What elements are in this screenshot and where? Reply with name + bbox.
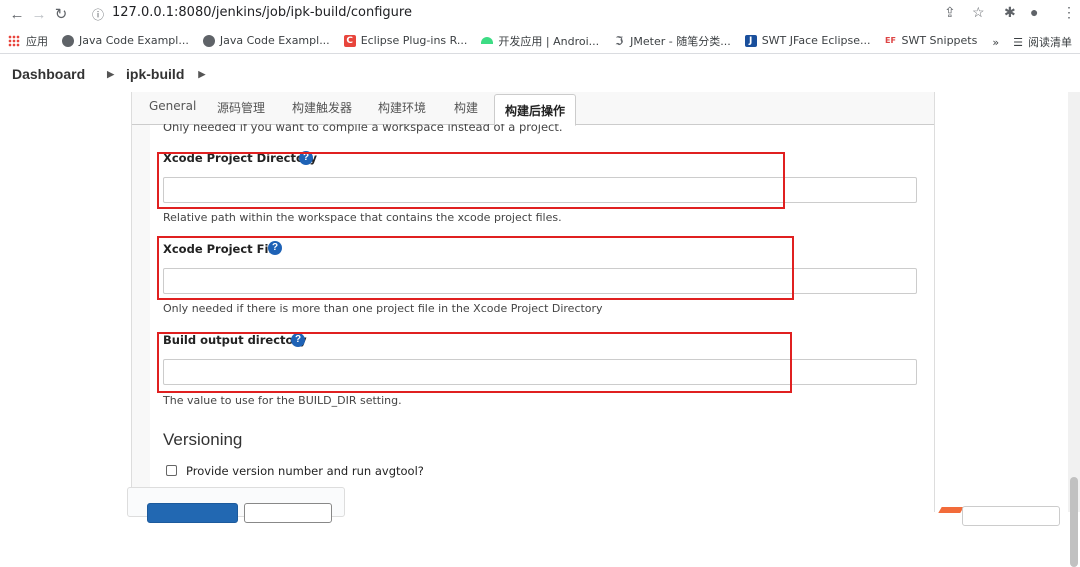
tab-triggers[interactable]: 构建触发器 [292,99,352,116]
address-bar[interactable]: ⓘ 127.0.0.1:8080/jenkins/job/ipk-build/c… [92,3,1032,25]
tab-general[interactable]: General [149,99,196,113]
back-arrow-icon[interactable]: ← [6,6,28,23]
c-logo-icon: C [343,34,356,47]
menu-dots-icon[interactable]: ⋮ [1062,4,1076,21]
tab-scm[interactable]: 源码管理 [217,99,265,116]
page-scrollbar[interactable] [1068,92,1080,567]
bookmark-label: 开发应用 | Androi... [498,34,600,48]
xcode-project-directory-input[interactable] [163,177,917,203]
versioning-heading: Versioning [163,430,243,449]
xcode-project-file-label: Xcode Project File [163,242,281,256]
breadcrumb-job[interactable]: ipk-build [126,66,184,82]
floating-widget-icon[interactable] [938,507,964,513]
xcode-project-file-input[interactable] [163,268,917,294]
build-output-directory-input[interactable] [163,359,917,385]
bookmark-apps[interactable]: 应用 [26,33,48,49]
swt-icon: J [744,34,757,47]
browser-toolbar: ← → ↻ ⓘ 127.0.0.1:8080/jenkins/job/ipk-b… [0,0,1080,28]
ef-icon: EF [885,35,896,45]
apply-button[interactable] [244,503,332,523]
chevron-right-icon[interactable]: ▶ [107,69,114,80]
extensions-icon[interactable]: ✱ [1004,4,1016,21]
bookmark-label: JMeter - 随笔分类... [630,34,731,48]
help-icon[interactable]: ? [268,241,282,255]
jmeter-icon: ℑ [614,33,624,48]
xcode-project-directory-label: Xcode Project Directory [163,151,318,165]
tab-build[interactable]: 构建 [454,99,478,116]
url-text[interactable]: 127.0.0.1:8080/jenkins/job/ipk-build/con… [112,5,412,20]
bookmark-label: Java Code Exampl... [219,34,330,47]
version-checkbox[interactable] [166,465,177,476]
bookmark-label: SWT Snippets [901,34,978,47]
field-description: The value to use for the BUILD_DIR setti… [163,394,402,407]
help-icon[interactable]: ? [299,151,313,165]
bookmark-java-code-2[interactable]: Java Code Exampl... [202,34,330,47]
bookmark-java-code-1[interactable]: Java Code Exampl... [62,34,189,47]
bookmarks-right: » ☰ 阅读清单 [992,34,1072,50]
reading-list-icon[interactable]: ☰ [1013,36,1023,49]
field-description: Relative path within the workspace that … [163,211,562,224]
bookmark-eclipse-plugins[interactable]: C Eclipse Plug-ins R... [343,34,468,47]
globe-icon [202,34,215,47]
build-output-directory-label: Build output directory [163,333,307,347]
scrollbar-thumb[interactable] [1070,477,1078,567]
reload-icon[interactable]: ↻ [50,5,72,23]
site-info-icon[interactable]: ⓘ [92,6,104,23]
bookmark-label: Java Code Exampl... [79,34,189,47]
share-icon[interactable]: ⇪ [944,4,956,21]
bookmark-label: 应用 [26,34,48,48]
bookmark-swt-jface[interactable]: J SWT JFace Eclipse... [744,34,871,47]
globe-icon [62,34,74,47]
bookmarks-bar: 应用 Java Code Exampl... Java Code Exampl.… [0,28,1080,54]
android-icon [481,37,494,44]
bookmarks-overflow-button[interactable]: » [992,36,999,49]
bookmark-android[interactable]: 开发应用 | Androi... [481,33,599,49]
bookmark-label: Eclipse Plug-ins R... [360,34,468,47]
breadcrumb: Dashboard ▶ ipk-build ▶ [0,56,1080,92]
field-description: Only needed if there is more than one pr… [163,302,603,315]
help-icon[interactable]: ? [291,333,305,347]
bookmark-star-icon[interactable]: ☆ [972,4,985,21]
bookmark-swt-snippets[interactable]: EF SWT Snippets [884,34,977,47]
config-tabs: General 源码管理 构建触发器 构建环境 构建 构建后操作 [132,92,934,126]
version-checkbox-label[interactable]: Provide version number and run avgtool? [186,464,424,478]
floating-widget-button[interactable] [962,506,1060,526]
save-button[interactable] [147,503,238,523]
forward-arrow-icon[interactable]: → [28,6,50,23]
profile-avatar-icon[interactable]: ● [1030,4,1038,20]
reading-list-label[interactable]: 阅读清单 [1028,34,1072,50]
breadcrumb-dashboard[interactable]: Dashboard [12,66,85,82]
tab-environment[interactable]: 构建环境 [378,99,426,116]
tab-post-build[interactable]: 构建后操作 [494,94,577,126]
bookmark-jmeter[interactable]: ℑ JMeter - 随笔分类... [613,33,731,49]
chevron-right-icon[interactable]: ▶ [198,69,205,80]
apps-grid-icon[interactable] [8,34,20,47]
bookmark-label: SWT JFace Eclipse... [761,34,871,47]
